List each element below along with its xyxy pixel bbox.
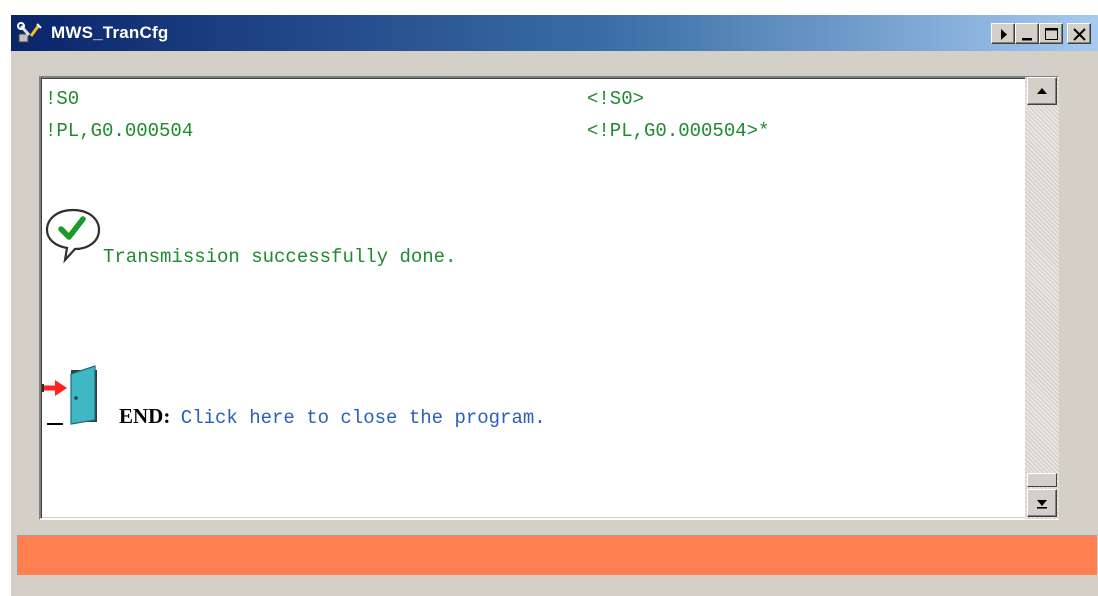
log-row-2-command: !PL,G0.000504: [45, 120, 194, 142]
minimize-icon: [1022, 38, 1032, 41]
end-row: END: Click here to close the program.: [119, 404, 546, 429]
scroll-up-button[interactable]: [1027, 77, 1057, 105]
status-bar: [17, 535, 1097, 575]
vertical-scrollbar[interactable]: [1025, 77, 1059, 519]
close-button[interactable]: [1067, 23, 1091, 44]
close-icon: [1073, 28, 1086, 41]
log-row-1-response: <!S0>: [587, 88, 645, 110]
arrow-down-icon: [1037, 500, 1047, 509]
log-row-1-command: !S0: [45, 88, 80, 110]
window-title: MWS_TranCfg: [51, 23, 169, 42]
app-window: MWS_TranCfg !S0 <!S0> !PL,G0.000504 <!PL…: [10, 14, 1098, 596]
maximize-button[interactable]: [1039, 23, 1063, 44]
arrow-up-icon: [1037, 88, 1047, 94]
close-program-link[interactable]: Click here to close the program.: [181, 407, 546, 429]
checkmark-bubble-icon: [43, 206, 103, 269]
help-button[interactable]: [991, 23, 1015, 44]
exit-door-icon[interactable]: [41, 364, 105, 431]
scroll-down-button[interactable]: [1027, 489, 1057, 517]
tools-wrench-icon: [17, 22, 43, 44]
title-bar[interactable]: MWS_TranCfg: [11, 15, 1098, 51]
minimize-button[interactable]: [1015, 23, 1039, 44]
log-row-2-response: <!PL,G0.000504>*: [587, 120, 770, 142]
scroll-thumb[interactable]: [1027, 473, 1057, 487]
help-arrow-icon: [1001, 29, 1007, 40]
maximize-icon: [1045, 28, 1058, 40]
log-panel: !S0 <!S0> !PL,G0.000504 <!PL,G0.000504>*…: [39, 76, 1059, 520]
success-message: Transmission successfully done.: [103, 246, 457, 268]
end-label: END:: [119, 404, 171, 428]
